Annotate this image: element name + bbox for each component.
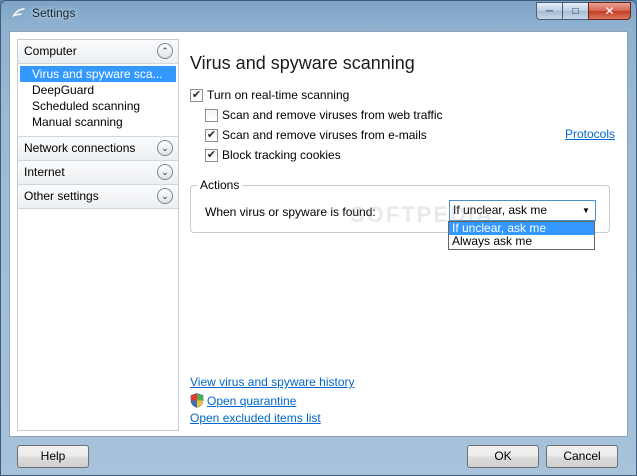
sidebar-item-deepguard[interactable]: DeepGuard [18,82,178,98]
email-scanning-option[interactable]: ✔ Scan and remove viruses from e-mails [205,127,427,143]
web-traffic-option[interactable]: Scan and remove viruses from web traffic [205,107,443,123]
computer-subitems: Virus and spyware sca... DeepGuard Sched… [18,64,178,137]
close-button[interactable]: ✕ [588,2,631,20]
minimize-button[interactable]: ─ [536,2,562,20]
realtime-scanning-label: Turn on real-time scanning [207,88,350,102]
sidebar-item-manual-scanning[interactable]: Manual scanning [18,114,178,130]
maximize-button[interactable]: □ [562,2,588,20]
settings-sidebar: Computer ⌃ Virus and spyware sca... Deep… [17,39,179,431]
realtime-scanning-option[interactable]: ✔ Turn on real-time scanning [190,87,349,103]
sidebar-category-other[interactable]: Other settings ⌄ [18,185,178,209]
main-panel: Virus and spyware scanning ✔ Turn on rea… [180,32,627,436]
email-scanning-checkbox[interactable]: ✔ [205,128,218,142]
category-label: Network connections [24,141,136,155]
maximize-icon: □ [572,5,579,17]
page-title: Virus and spyware scanning [190,53,415,73]
sidebar-category-internet[interactable]: Internet ⌄ [18,161,178,185]
realtime-scanning-checkbox[interactable]: ✔ [190,88,203,102]
help-button[interactable]: Help [17,445,89,468]
view-history-link[interactable]: View virus and spyware history [190,375,355,389]
email-scanning-label: Scan and remove viruses from e-mails [222,128,427,142]
chevron-down-icon[interactable]: ⌄ [157,140,173,156]
protocols-link[interactable]: Protocols [565,127,615,141]
cancel-button[interactable]: Cancel [546,445,618,468]
open-excluded-items-link[interactable]: Open excluded items list [190,411,321,425]
actions-group-title: Actions [197,178,243,192]
open-quarantine-row[interactable]: Open quarantine [190,393,296,408]
fsecure-f-icon [12,8,25,17]
category-label: Other settings [24,189,99,203]
category-label: Internet [24,165,65,179]
tracking-cookies-label: Block tracking cookies [222,148,341,162]
window-title: Settings [32,6,76,20]
open-quarantine-link[interactable]: Open quarantine [207,394,296,408]
tracking-cookies-checkbox[interactable]: ✔ [205,148,218,162]
minimize-icon: ─ [545,5,554,17]
sidebar-category-computer[interactable]: Computer ⌃ [18,40,178,64]
chevron-down-icon[interactable]: ⌄ [157,164,173,180]
sidebar-item-virus-scanning[interactable]: Virus and spyware sca... [20,66,176,82]
settings-content: Computer ⌃ Virus and spyware sca... Deep… [9,31,628,437]
category-label: Computer [24,44,77,58]
settings-window: Settings ─ □ ✕ Computer ⌃ Virus and spyw… [0,0,637,476]
web-traffic-checkbox[interactable] [205,108,218,122]
dropdown-option[interactable]: Always ask me [449,235,594,248]
chevron-up-icon[interactable]: ⌃ [157,43,173,59]
dropdown-arrow-icon[interactable]: ▼ [578,202,594,219]
sidebar-item-scheduled-scanning[interactable]: Scheduled scanning [18,98,178,114]
title-bar[interactable]: Settings ─ □ ✕ [1,1,636,25]
virus-action-dropdown-list: If unclear, ask me Always ask me [448,221,595,250]
web-traffic-label: Scan and remove viruses from web traffic [222,108,443,122]
chevron-down-icon[interactable]: ⌄ [157,188,173,204]
tracking-cookies-option[interactable]: ✔ Block tracking cookies [205,147,341,163]
sidebar-category-network[interactable]: Network connections ⌄ [18,137,178,161]
close-icon: ✕ [604,4,615,18]
shield-icon [190,393,204,408]
window-controls: ─ □ ✕ [536,2,631,20]
ok-button[interactable]: OK [467,445,539,468]
